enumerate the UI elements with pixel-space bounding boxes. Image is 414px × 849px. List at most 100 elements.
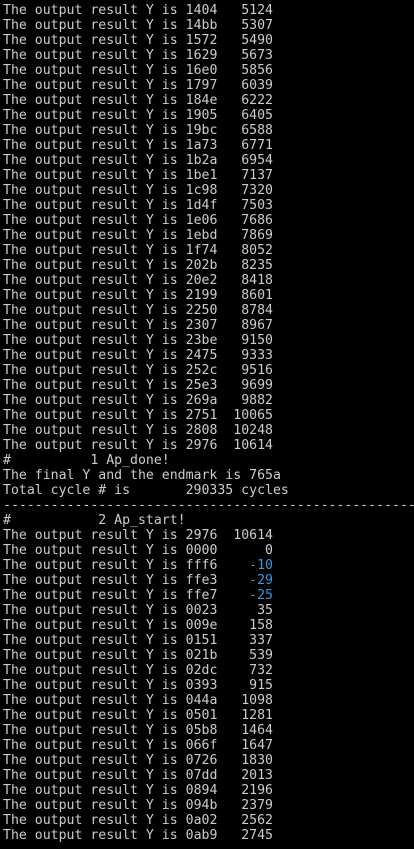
output-dec-value: 9699 — [241, 378, 273, 393]
output-line-prefix: The output result Y is — [3, 663, 186, 678]
output-line: The output result Y is 009e 158 — [3, 618, 414, 633]
column-gap — [217, 438, 233, 453]
column-gap — [217, 303, 241, 318]
output-dec-value: 1830 — [241, 753, 273, 768]
output-dec-value: 0 — [265, 543, 273, 558]
column-gap — [217, 708, 241, 723]
output-dec-value: 8784 — [241, 303, 273, 318]
column-gap — [217, 243, 241, 258]
output-line: The output result Y is 021b 539 — [3, 648, 414, 663]
output-line: The output result Y is 14bb 5307 — [3, 18, 414, 33]
output-hex-value: 2976 — [185, 438, 218, 453]
output-line: The output result Y is 2250 8784 — [3, 303, 414, 318]
column-gap — [217, 213, 241, 228]
output-hex-value: 05b8 — [185, 723, 218, 738]
column-gap — [217, 258, 241, 273]
output-line: The output result Y is 19bc 6588 — [3, 123, 414, 138]
output-dec-value: -10 — [249, 558, 273, 573]
column-gap — [217, 228, 241, 243]
output-line-prefix: The output result Y is — [3, 183, 186, 198]
column-gap — [217, 333, 241, 348]
output-dec-value: 7869 — [241, 228, 273, 243]
output-line-prefix: The output result Y is — [3, 18, 186, 33]
output-line: The output result Y is 2199 8601 — [3, 288, 414, 303]
column-gap — [217, 48, 241, 63]
column-gap — [217, 663, 249, 678]
column-gap — [217, 543, 265, 558]
output-line: The output result Y is 07dd 2013 — [3, 768, 414, 783]
output-line: The output result Y is 066f 1647 — [3, 738, 414, 753]
output-hex-value: 1a73 — [185, 138, 218, 153]
output-dec-value: 6588 — [241, 123, 273, 138]
output-line-prefix: The output result Y is — [3, 408, 186, 423]
output-line-prefix: The output result Y is — [3, 3, 186, 18]
output-line-prefix: The output result Y is — [3, 33, 186, 48]
separator-line: ----------------------------------------… — [3, 498, 414, 513]
output-line-prefix: The output result Y is — [3, 738, 186, 753]
column-gap — [217, 768, 241, 783]
output-line: The output result Y is 202b 8235 — [3, 258, 414, 273]
column-gap — [217, 198, 241, 213]
column-gap — [217, 393, 241, 408]
output-hex-value: 0ab9 — [185, 828, 218, 843]
output-dec-value: 5673 — [241, 48, 273, 63]
output-dec-value: 7503 — [241, 198, 273, 213]
output-hex-value: 20e2 — [185, 273, 218, 288]
output-dec-value: 2379 — [241, 798, 273, 813]
output-hex-value: 1b2a — [185, 153, 218, 168]
column-gap — [217, 168, 241, 183]
output-hex-value: 0000 — [185, 543, 218, 558]
output-line-prefix: The output result Y is — [3, 798, 186, 813]
output-hex-value: 0393 — [185, 678, 218, 693]
column-gap — [217, 378, 241, 393]
output-line-prefix: The output result Y is — [3, 708, 186, 723]
output-line: The output result Y is 1e06 7686 — [3, 213, 414, 228]
output-dec-value: 337 — [249, 633, 273, 648]
output-hex-value: 16e0 — [185, 63, 218, 78]
output-line: The output result Y is 252c 9516 — [3, 363, 414, 378]
output-hex-value: 009e — [185, 618, 218, 633]
output-line-prefix: The output result Y is — [3, 138, 186, 153]
column-gap — [217, 813, 241, 828]
output-hex-value: 1e06 — [185, 213, 218, 228]
output-dec-value: 7686 — [241, 213, 273, 228]
output-line: The output result Y is 23be 9150 — [3, 333, 414, 348]
output-dec-value: 10614 — [233, 528, 273, 543]
output-line: The output result Y is 02dc 732 — [3, 663, 414, 678]
terminal-window[interactable]: The output result Y is 1404 5124 The outp… — [0, 0, 414, 849]
output-line-prefix: The output result Y is — [3, 288, 186, 303]
total-cycle-line: Total cycle # is 290335 cycles — [3, 483, 289, 498]
output-hex-value: 269a — [185, 393, 218, 408]
output-dec-value: 5307 — [241, 18, 273, 33]
output-dec-value: 8418 — [241, 273, 273, 288]
output-hex-value: 2976 — [185, 528, 218, 543]
output-line-prefix: The output result Y is — [3, 618, 186, 633]
output-hex-value: 1629 — [185, 48, 218, 63]
output-dec-value: 6405 — [241, 108, 273, 123]
column-gap — [217, 528, 233, 543]
output-hex-value: 2808 — [185, 423, 218, 438]
output-line-prefix: The output result Y is — [3, 648, 186, 663]
output-dec-value: 9150 — [241, 333, 273, 348]
output-line: The output result Y is 184e 6222 — [3, 93, 414, 108]
output-block-1: The output result Y is 1404 5124 The outp… — [3, 3, 414, 453]
output-hex-value: ffe3 — [185, 573, 218, 588]
output-hex-value: 1f74 — [185, 243, 218, 258]
output-hex-value: 1572 — [185, 33, 218, 48]
output-hex-value: 1797 — [185, 78, 218, 93]
output-line: The output result Y is 25e3 9699 — [3, 378, 414, 393]
output-line-prefix: The output result Y is — [3, 813, 186, 828]
column-gap — [217, 318, 241, 333]
output-hex-value: 07dd — [185, 768, 218, 783]
output-line: The output result Y is 2307 8967 — [3, 318, 414, 333]
column-gap — [217, 783, 241, 798]
output-hex-value: 202b — [185, 258, 218, 273]
output-line-prefix: The output result Y is — [3, 678, 186, 693]
output-line-prefix: The output result Y is — [3, 828, 186, 843]
output-dec-value: 2745 — [241, 828, 273, 843]
output-hex-value: 0a02 — [185, 813, 218, 828]
output-line: The output result Y is 044a 1098 — [3, 693, 414, 708]
output-hex-value: 19bc — [185, 123, 218, 138]
output-hex-value: 2475 — [185, 348, 218, 363]
column-gap — [217, 33, 241, 48]
